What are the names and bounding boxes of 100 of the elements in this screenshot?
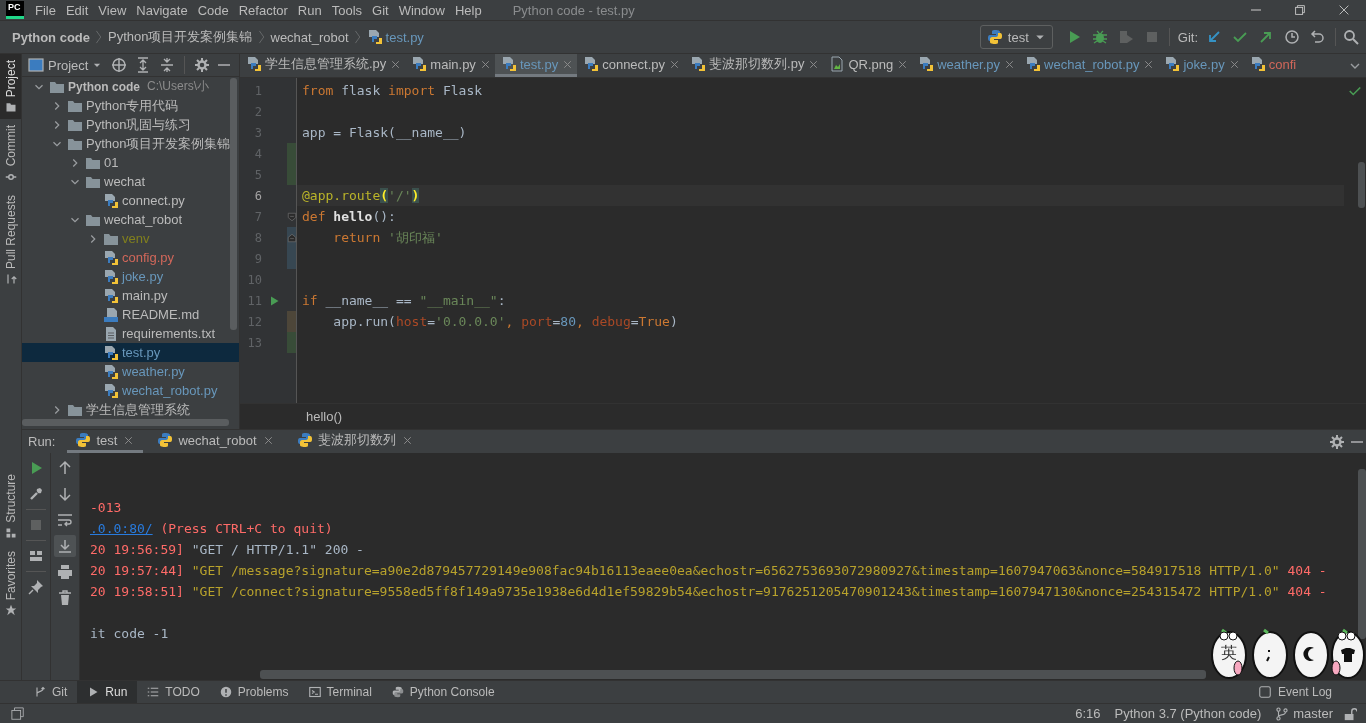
scrollbar[interactable] [1358,469,1366,639]
tree-item[interactable]: requirements.txt [22,324,239,343]
menu-item[interactable]: File [30,2,61,18]
tree-item[interactable]: main.py [22,286,239,305]
arrow-icon [1258,29,1274,45]
run-tool-button[interactable]: Run [77,681,138,703]
tree-item[interactable]: Python code C:\Users\小 [22,77,239,96]
commit-tool-tab[interactable]: Commit [0,119,21,189]
breadcrumb[interactable]: wechat_robot [268,27,351,47]
printer-icon [57,564,73,580]
git-tool-button[interactable]: Git [24,681,78,703]
python-logo-icon [296,432,313,448]
menu-item[interactable]: View [93,2,132,18]
menu-item[interactable]: Refactor [233,2,293,18]
menu-item[interactable]: Help [449,2,487,18]
menu-item[interactable]: Navigate [131,2,193,18]
wrench-icon [28,486,44,502]
editor-tab[interactable]: QR.png [823,54,913,77]
git-branch-selector[interactable]: master [1268,706,1340,721]
favorites-tool-tab[interactable]: Favorites [0,544,21,623]
arrow-icon [1206,29,1222,45]
tree-item[interactable]: Python专用代码 [22,96,239,115]
tree-item[interactable]: 学生信息管理系统 [22,400,239,419]
breadcrumb[interactable]: Python code [10,27,92,47]
pull-tool-tab[interactable]: Pull Requests [0,188,21,291]
menu-item[interactable]: Tools [326,2,368,18]
console-line: 20 19:57:44] "GET /message?signature=a90e2d879457729149e908fac94b16113eaee0ea&echostr=6562753693072980927&timestamp=1607947063&nonce=584917518 HTTP/1.0" 404 - [90,562,1328,580]
python-logo-icon [75,432,92,448]
tree-item[interactable]: joke.py [22,267,239,286]
structure-tool-tab[interactable]: Structure [0,468,21,545]
editor-tab[interactable]: weather.py [912,54,1020,77]
tree-item[interactable]: test.py [22,343,239,362]
run-icon [87,686,100,698]
app-logo: PC [6,1,24,19]
fold-icon[interactable] [286,232,297,243]
menu-item[interactable]: Run [292,2,327,18]
code-line: if __name__ == "__main__": [301,292,507,310]
todo-tool-button[interactable]: TODO [137,681,210,703]
tree-item[interactable]: wechat_robot [22,210,239,229]
minimize-icon [1351,440,1363,443]
git-label: Git: [1177,29,1198,45]
editor-tab[interactable]: confi [1243,54,1300,77]
settings-icon [1329,433,1345,450]
tree-item[interactable]: config.py [22,248,239,267]
coverage-icon [1117,29,1134,45]
code-line: from flask import Flask [301,82,484,100]
tree-item[interactable]: README.md [22,305,239,324]
breadcrumb[interactable]: hello() [306,409,343,424]
run-config-dropdown[interactable]: test [979,25,1053,49]
panel-title: Run: [28,434,56,449]
ime-toolbar-drawing[interactable] [1208,628,1366,680]
console-line: .0.0:80/ (Press CTRL+C to quit) [90,520,334,538]
editor-tab[interactable]: connect.py [577,54,685,77]
editor-tab[interactable]: 斐波那切数列.py [684,54,824,77]
tree-item[interactable]: wechat_robot.py [22,381,239,400]
menu-item[interactable]: Code [192,2,234,18]
breadcrumb[interactable]: Python项目开发案例集锦 [106,26,255,48]
minimize-icon [218,64,231,66]
scrollbar[interactable] [260,670,1206,679]
event-log-button[interactable]: Event Log [1247,681,1342,703]
tree-item[interactable]: Python项目开发案例集锦 [22,134,239,153]
editor-tab[interactable]: 学生信息管理系统.py [240,54,406,77]
tree-item[interactable]: Python巩固与练习 [22,115,239,134]
project-view-dropdown[interactable]: Project [26,57,107,73]
terminal-tool-button[interactable]: Terminal [298,681,382,703]
run-icon[interactable] [268,294,280,307]
arrow-down-icon [57,486,73,502]
run-tab[interactable]: wechat_robot [149,430,283,453]
menu-item[interactable]: Edit [60,2,94,18]
breadcrumb[interactable]: test.py [364,27,426,47]
fold-icon[interactable] [286,211,297,222]
panel-icon [28,57,44,73]
scrollbar[interactable] [1357,162,1365,208]
tree-item[interactable]: wechat [22,172,239,191]
scrollbar[interactable] [230,78,237,330]
editor-tab[interactable]: wechat_robot.py [1019,54,1159,77]
editor-tab[interactable]: joke.py [1158,54,1244,77]
undo-icon [1310,29,1326,45]
ime-mode-label[interactable]: 英 [1221,643,1237,664]
console-line: it code -1 [90,625,170,643]
settings-icon [194,57,211,73]
run-tab[interactable]: 斐波那切数列 [288,430,422,453]
tree-item[interactable]: connect.py [22,191,239,210]
project-tool-tab[interactable]: Project [0,54,21,120]
caret-position[interactable]: 6:16 [1068,706,1108,721]
scrollbar[interactable] [22,419,229,426]
pin-icon [28,579,44,595]
check-icon[interactable] [1348,84,1362,98]
tree-item[interactable]: weather.py [22,362,239,381]
list-icon [147,686,160,698]
problems-tool-button[interactable]: Problems [209,681,299,703]
tree-item[interactable]: 01 [22,153,239,172]
console-tool-button[interactable]: Python Console [381,681,505,703]
menu-item[interactable]: Git [367,2,394,18]
scroll-to-end-button[interactable] [54,535,76,557]
menu-item[interactable]: Window [393,2,450,18]
terminal-icon [308,686,321,698]
interpreter-selector[interactable]: Python 3.7 (Python code) [1107,706,1269,721]
editor-tab[interactable]: main.py [405,54,495,77]
window-icon [11,706,25,721]
